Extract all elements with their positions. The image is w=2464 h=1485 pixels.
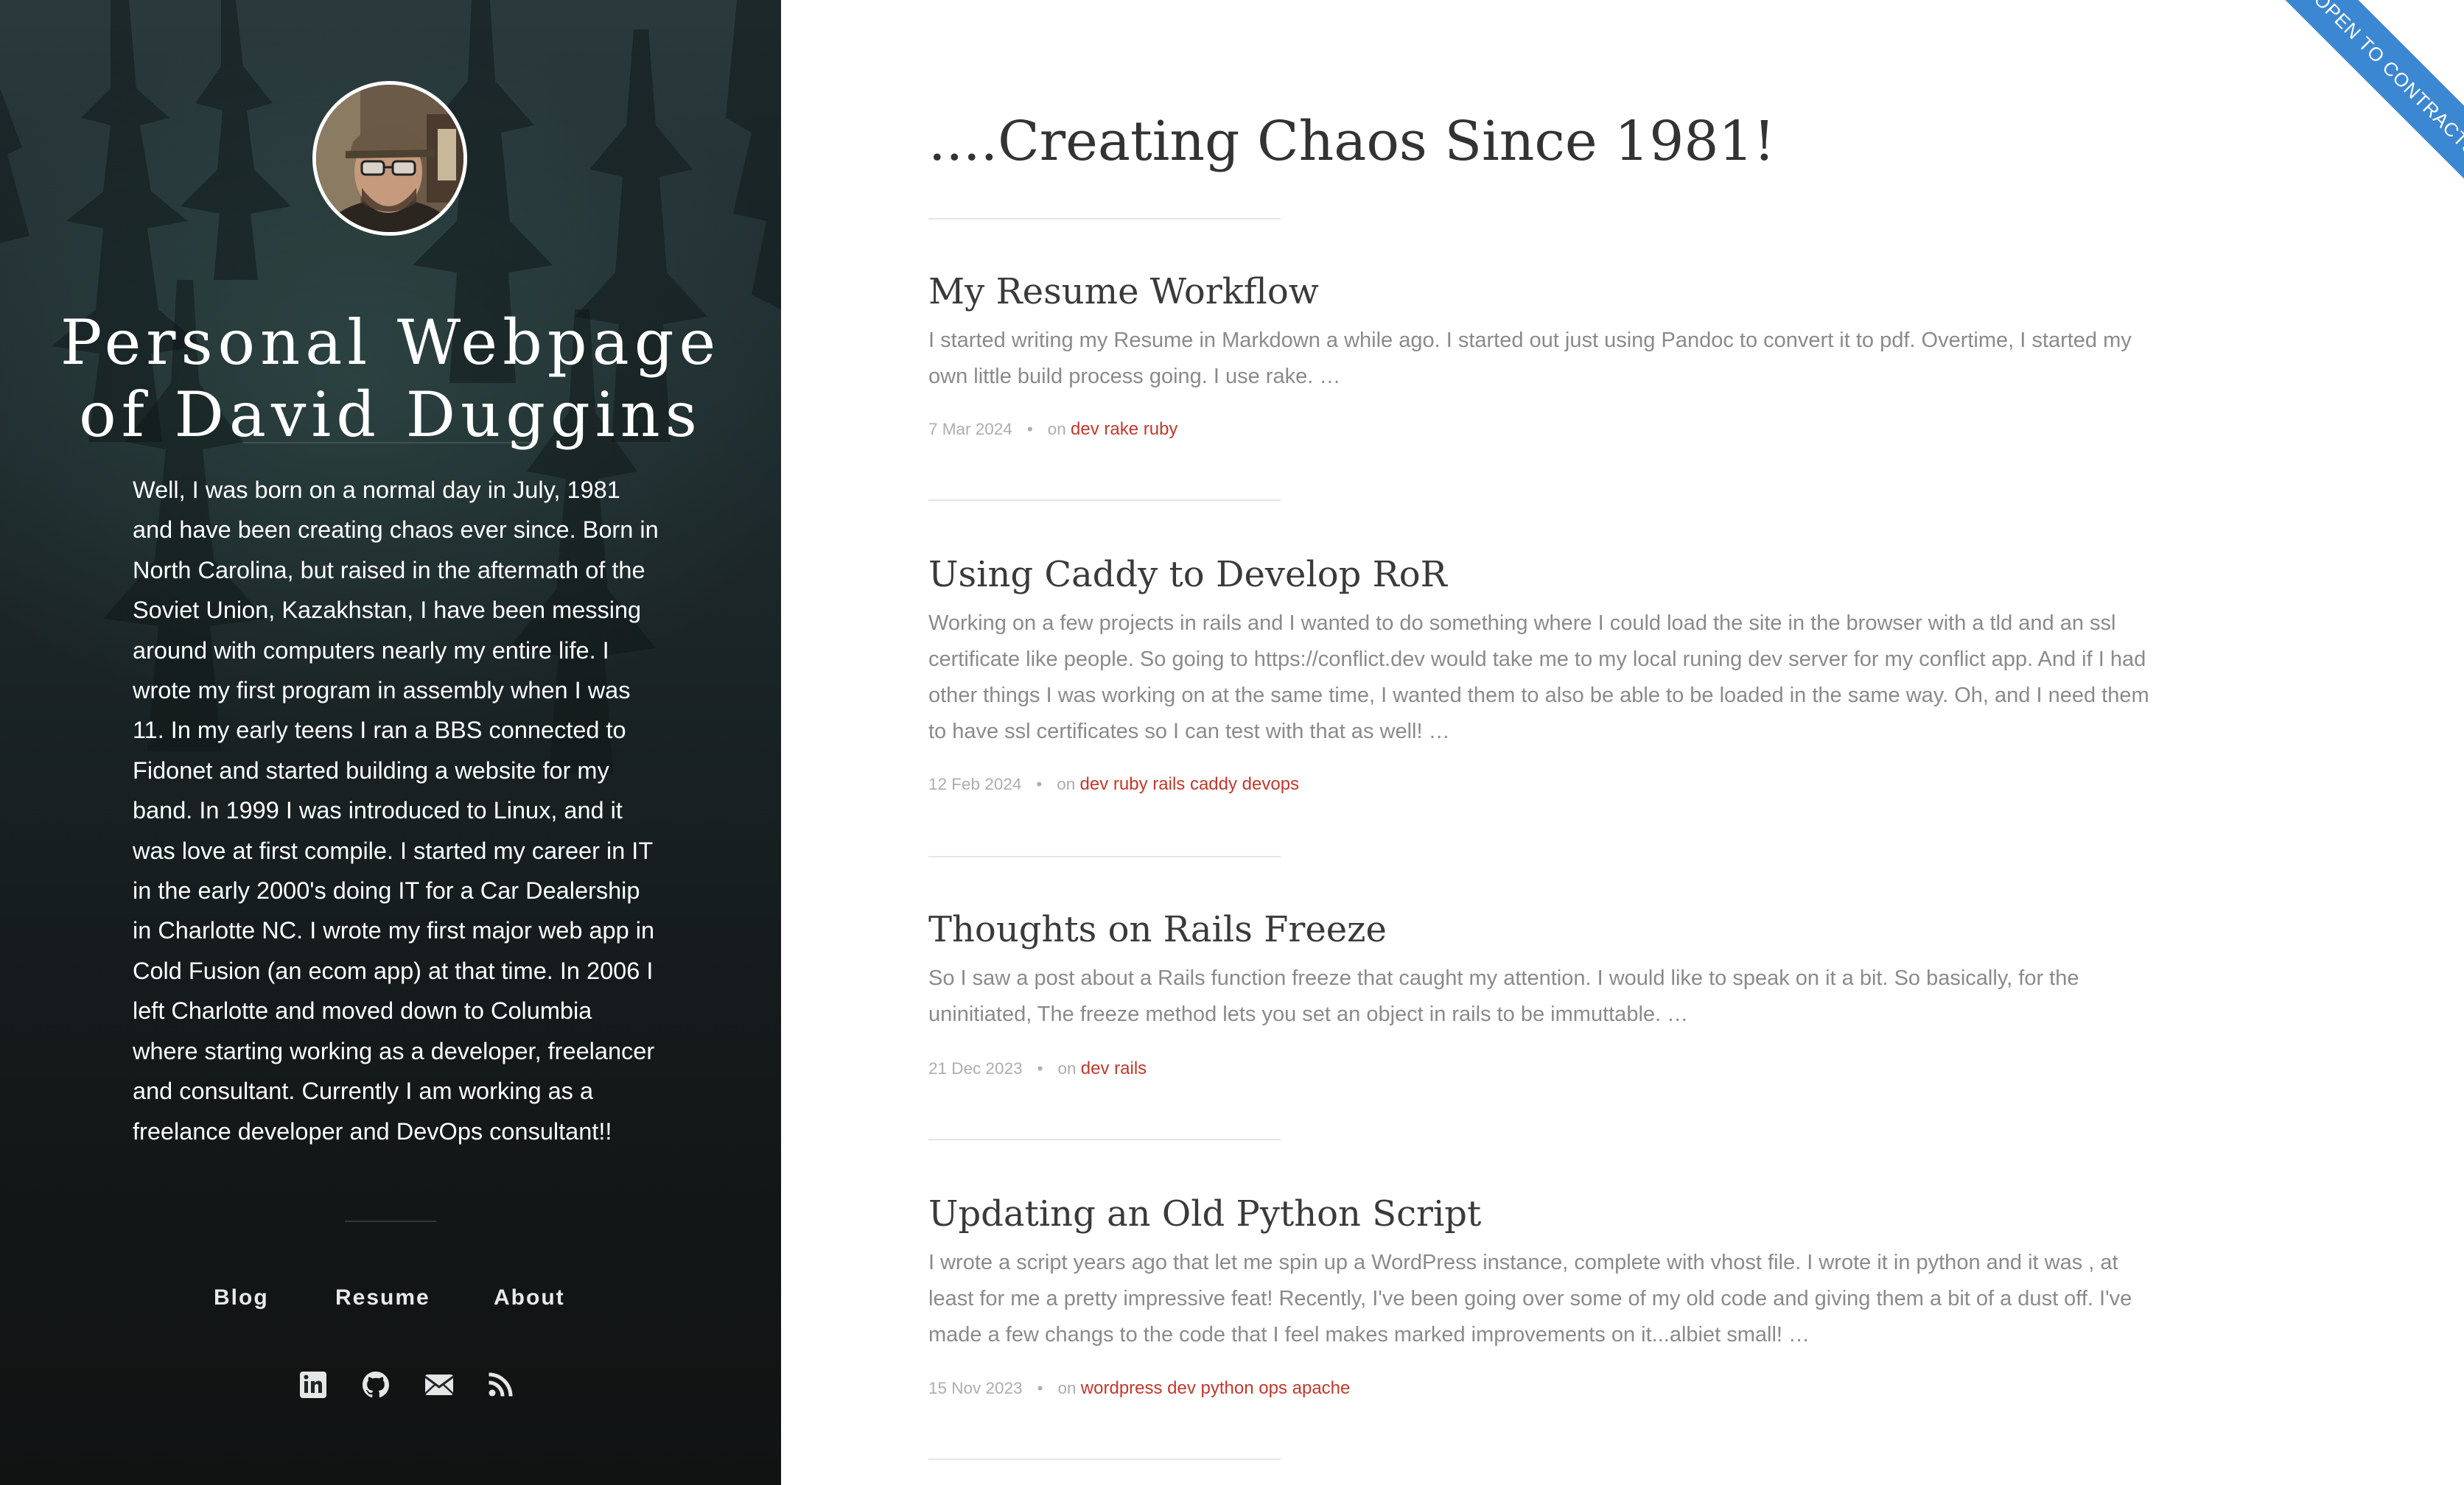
meta-separator: • [1026, 420, 1033, 438]
post-tags-link[interactable]: dev rails [1081, 1059, 1147, 1078]
nav-link-blog[interactable]: Blog [214, 1285, 269, 1310]
post-title-link[interactable]: Thoughts on Rails Freeze [928, 908, 1387, 952]
post-meta: 21 Dec 2023 • on dev rails [928, 1058, 1147, 1080]
sidebar-divider-small [345, 1221, 436, 1222]
post-meta: 12 Feb 2024 • on dev ruby rails caddy devo… [928, 773, 1299, 796]
post-divider [928, 499, 1281, 501]
avatar-photo [316, 85, 463, 232]
post-on-label: on [1057, 1379, 1077, 1397]
post-divider [928, 1139, 1281, 1140]
post-divider [928, 1458, 1281, 1460]
post-on-label: on [1057, 775, 1076, 793]
sidebar-divider [243, 442, 538, 443]
social-links [0, 1369, 781, 1405]
site-title-line2: of David Duggins [79, 379, 702, 452]
post-tags-link[interactable]: dev rake ruby [1071, 419, 1177, 439]
post-title-link[interactable]: Using Caddy to Develop RoR [928, 552, 1447, 597]
site-title: Personal Webpage of David Duggins [44, 306, 737, 451]
linkedin-icon[interactable] [297, 1369, 329, 1401]
nav-link-resume[interactable]: Resume [335, 1285, 430, 1310]
post-title-link[interactable]: My Resume Workflow [928, 270, 1319, 314]
rss-icon[interactable] [484, 1369, 517, 1401]
post-divider [928, 856, 1281, 857]
post-date: 12 Feb 2024 [928, 775, 1022, 793]
post-date: 15 Nov 2023 [928, 1379, 1023, 1397]
post-tags-link[interactable]: dev ruby rails caddy devops [1080, 774, 1300, 794]
page-heading: ....Creating Chaos Since 1981! [928, 110, 1776, 173]
site-title-line1: Personal Webpage [60, 306, 721, 379]
avatar [312, 81, 467, 236]
nav-link-about[interactable]: About [494, 1285, 565, 1310]
main-content: ....Creating Chaos Since 1981! My Resume… [781, 0, 2464, 1485]
meta-separator: • [1037, 1059, 1043, 1078]
post-tags-link[interactable]: wordpress dev python ops apache [1081, 1378, 1351, 1398]
sidebar: Personal Webpage of David Duggins Well, … [0, 0, 781, 1485]
meta-separator: • [1036, 775, 1043, 793]
email-icon[interactable] [423, 1369, 455, 1401]
open-to-contracts-ribbon[interactable]: OPEN TO CONTRACTS [2258, 0, 2464, 206]
post-excerpt: So I saw a post about a Rails function f… [928, 966, 2079, 1026]
post-meta: 7 Mar 2024 • on dev rake ruby [928, 418, 1177, 440]
page: Personal Webpage of David Duggins Well, … [0, 0, 2464, 1485]
github-icon[interactable] [360, 1369, 392, 1401]
post-title-link[interactable]: Updating an Old Python Script [928, 1192, 1481, 1236]
bio-text: Well, I was born on a normal day in July… [133, 477, 659, 1145]
post-on-label: on [1047, 420, 1066, 438]
section-divider [928, 218, 1281, 220]
sidebar-nav: Blog Resume About [0, 1285, 781, 1318]
post-excerpt: I wrote a script years ago that let me s… [928, 1251, 2132, 1347]
post-excerpt: I started writing my Resume in Markdown … [928, 329, 2132, 388]
post-on-label: on [1057, 1059, 1077, 1078]
post-meta: 15 Nov 2023 • on wordpress dev python ops … [928, 1377, 1350, 1400]
post-date: 21 Dec 2023 [928, 1059, 1023, 1078]
ribbon-container: OPEN TO CONTRACTS [2228, 0, 2464, 206]
post-excerpt: Working on a few projects in rails and I… [928, 611, 2149, 743]
post-date: 7 Mar 2024 [928, 420, 1012, 438]
meta-separator: • [1037, 1379, 1043, 1397]
